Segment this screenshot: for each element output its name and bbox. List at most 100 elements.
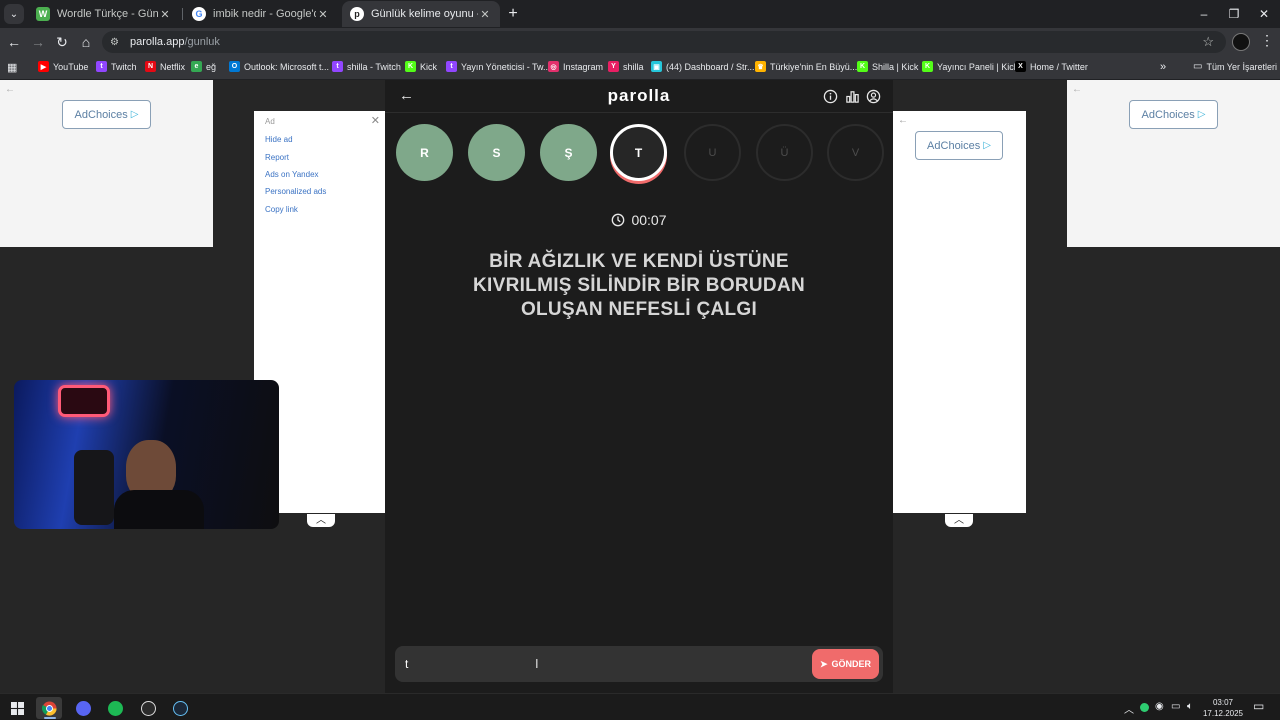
bookmark-item[interactable]: K Yayıncı Paneli | Kick — [922, 61, 1018, 72]
answer-input[interactable] — [405, 654, 795, 674]
chrome-icon[interactable] — [36, 697, 62, 719]
bookmark-label: Kick — [420, 61, 438, 72]
bookmark-label: Türkiye'nin En Büyü... — [770, 61, 858, 72]
bookmark-item[interactable]: N Netflix — [145, 61, 185, 72]
ad-back-arrow-icon[interactable]: ← — [5, 84, 15, 95]
reload-button[interactable]: ↻ — [52, 32, 72, 52]
letter-char: V — [851, 146, 860, 159]
send-plane-icon: ➤ — [819, 658, 828, 669]
bookmark-label: Outlook: Microsoft t... — [244, 61, 330, 72]
instagram-icon: ◎ — [548, 61, 559, 72]
ad-collapse-chevron-up-icon[interactable]: ︿ — [945, 514, 973, 527]
bookmark-item[interactable]: O Outlook: Microsoft t... — [229, 61, 329, 72]
timer-value: 00:07 — [631, 212, 667, 228]
notification-icon[interactable]: ▭ — [1253, 699, 1264, 713]
close-icon[interactable]: ✕ — [158, 8, 172, 21]
new-tab-button[interactable]: + — [504, 5, 522, 23]
ads-on-yandex-link[interactable]: Ads on Yandex — [265, 170, 319, 179]
tab-parolla[interactable]: p Günlük kelime oyunu - parolla ✕ — [342, 1, 500, 27]
tray-green-status-icon[interactable] — [1140, 703, 1149, 712]
hide-ad-link[interactable]: Hide ad — [265, 135, 293, 144]
home-button[interactable]: ⌂ — [76, 32, 96, 52]
bookmark-item[interactable]: K Shilla | Kick — [857, 61, 918, 72]
tab-wordle[interactable]: W Wordle Türkçe - Günlük Kelime ✕ — [28, 1, 180, 27]
ad-back-arrow-icon[interactable]: ← — [898, 115, 908, 126]
tab-strip: ⌄ W Wordle Türkçe - Günlük Kelime ✕ G im… — [0, 0, 1280, 28]
youtube-icon: ▶ — [38, 61, 49, 72]
info-icon[interactable] — [823, 89, 838, 104]
windows-start-icon[interactable] — [4, 697, 30, 719]
bookmark-item[interactable]: ▣ (44) Dashboard / Str... — [651, 61, 755, 72]
right-ad-banner: ← AdChoices ▷ — [1067, 80, 1280, 247]
spotify-icon[interactable] — [102, 697, 128, 719]
tab-title: Wordle Türkçe - Günlük Kelime — [57, 8, 158, 20]
bookmark-item[interactable]: ◎ Instagram — [548, 61, 603, 72]
tab-search-button[interactable]: ⌄ — [4, 4, 24, 24]
letter-char: Ş — [564, 145, 573, 160]
bookmark-item[interactable]: t Twitch — [96, 61, 137, 72]
tray-chevron-up-icon[interactable]: ︿ — [1124, 701, 1134, 716]
apps-grid-icon[interactable]: ▦ — [7, 61, 17, 74]
letter-circle-current: T — [610, 124, 667, 181]
adchoices-button[interactable]: AdChoices ▷ — [62, 100, 151, 129]
all-bookmarks-folder[interactable]: ▭ Tüm Yer İşaretleri — [1193, 61, 1277, 72]
profile-avatar[interactable] — [1232, 33, 1250, 51]
obs-icon[interactable] — [135, 697, 161, 719]
network-icon[interactable]: ▭ — [1171, 701, 1180, 712]
personalized-ads-link[interactable]: Personalized ads — [265, 187, 326, 196]
send-button[interactable]: ➤ GÖNDER — [812, 649, 879, 679]
menu-kebab-icon[interactable]: ⋮ — [1260, 32, 1274, 49]
adchoices-icon: ▷ — [130, 109, 139, 120]
back-button[interactable]: ← — [4, 32, 24, 52]
bookmark-item[interactable]: ▶ YouTube — [38, 61, 88, 72]
steam-icon[interactable] — [167, 697, 193, 719]
minimize-button[interactable]: – — [1189, 4, 1219, 24]
ad-label: Ad — [265, 117, 275, 126]
tab-title: imbik nedir - Google'da Ara — [213, 8, 316, 20]
forward-button[interactable]: → — [28, 32, 48, 52]
adchoices-button[interactable]: AdChoices ▷ — [915, 131, 1003, 160]
adchoices-button[interactable]: AdChoices ▷ — [1129, 100, 1218, 129]
user-profile-icon[interactable] — [866, 89, 881, 104]
discord-icon[interactable] — [70, 697, 96, 719]
right-ad-panel: ← AdChoices ▷ — [893, 111, 1026, 513]
bookmark-item[interactable]: X Home / Twitter — [1015, 61, 1088, 72]
close-icon[interactable]: ✕ — [478, 8, 492, 21]
stats-icon[interactable] — [845, 89, 860, 104]
tray-steam-icon[interactable]: ◉ — [1155, 701, 1164, 712]
bookmark-label: Twitch — [111, 61, 137, 72]
more-bookmarks-chevron-icon[interactable]: » — [1160, 61, 1166, 73]
ad-back-arrow-icon[interactable]: ← — [1072, 84, 1082, 95]
letter-circle: S — [468, 124, 525, 181]
address-bar[interactable]: ⚙ parolla.app/gunluk ☆ — [102, 31, 1226, 53]
system-clock[interactable]: 03:07 17.12.2025 — [1198, 697, 1248, 719]
clock-date: 17.12.2025 — [1202, 709, 1244, 718]
volume-icon[interactable]: 🔈︎ — [1187, 701, 1193, 712]
report-ad-link[interactable]: Report — [265, 153, 289, 162]
ad-collapse-chevron-up-icon[interactable]: ︿ — [307, 514, 335, 527]
bookmark-item[interactable]: t Yayın Yöneticisi - Tw... — [446, 61, 551, 72]
chair-shape — [74, 450, 114, 525]
bookmark-item[interactable]: ♛ Türkiye'nin En Büyü... — [755, 61, 857, 72]
tab-google-search[interactable]: G imbik nedir - Google'da Ara ✕ — [184, 1, 338, 27]
bookmark-star-icon[interactable]: ☆ — [1202, 34, 1214, 50]
bookmark-item[interactable]: e eğ — [191, 61, 216, 72]
close-icon[interactable]: ✕ — [371, 114, 380, 127]
bookmark-item[interactable]: K Kick — [405, 61, 437, 72]
close-icon[interactable]: ✕ — [316, 8, 330, 21]
bookmark-item[interactable]: t shilla - Twitch — [332, 61, 401, 72]
x-icon: X — [1015, 61, 1026, 72]
question-text: BİR AĞIZLIK VE KENDİ ÜSTÜNE KIVRILMIŞ Sİ… — [445, 250, 833, 322]
bookmark-item[interactable]: Yshilla — [608, 61, 644, 72]
copy-link[interactable]: Copy link — [265, 205, 298, 214]
game-header: ← parolla — [385, 80, 893, 113]
url-host: parolla.app — [130, 36, 185, 48]
dashboard-icon: ▣ — [651, 61, 662, 72]
crown-icon: ♛ — [755, 61, 766, 72]
restore-button[interactable]: ❐ — [1219, 4, 1249, 24]
letter-progress-row: R S Ş T U Ü V — [385, 122, 893, 186]
window-close-button[interactable]: ✕ — [1249, 4, 1279, 24]
bookmark-label: Instagram — [563, 61, 604, 72]
letter-char: T — [634, 145, 643, 160]
site-info-icon[interactable]: ⚙ — [110, 37, 122, 48]
